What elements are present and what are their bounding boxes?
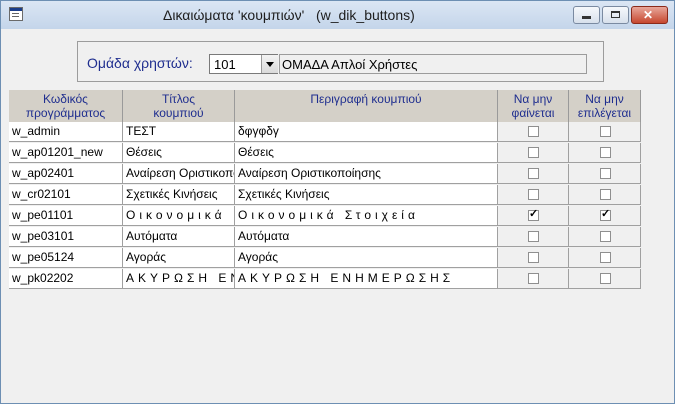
hidden-checkbox[interactable]: ✓ xyxy=(528,231,539,242)
cell-disabled: ✓ xyxy=(569,164,641,184)
dropdown-button[interactable] xyxy=(261,55,278,73)
cell-hidden: ✓ xyxy=(498,206,569,226)
hidden-checkbox[interactable]: ✓ xyxy=(528,208,539,221)
user-group-description-field: ΟΜΑΔΑ Απλοί Χρήστες xyxy=(279,54,587,74)
cell-button-title[interactable]: ΑΚΥΡΩΣΗ ΕΝΗΜΕΡΩΣΗΣ xyxy=(123,269,235,289)
close-icon: ✕ xyxy=(643,8,654,22)
user-group-code[interactable]: 101 xyxy=(214,57,236,72)
cell-disabled: ✓ xyxy=(569,185,641,205)
client-area: Ομάδα χρηστών: 101 ΟΜΑΔΑ Απλοί Χρήστες Κ… xyxy=(7,30,668,397)
user-group-dropdown[interactable]: 101 xyxy=(209,54,278,74)
disabled-checkbox[interactable]: ✓ xyxy=(600,252,611,263)
cell-button-description[interactable]: ΑΚΥΡΩΣΗ ΕΝΗΜΕΡΩΣΗΣ xyxy=(235,269,498,289)
cell-button-description[interactable]: Αυτόματα xyxy=(235,227,498,247)
hidden-checkbox[interactable]: ✓ xyxy=(528,189,539,200)
chevron-down-icon xyxy=(266,62,274,67)
maximize-button[interactable] xyxy=(602,6,629,24)
cell-program-code[interactable]: w_pe05124 xyxy=(9,248,123,268)
cell-program-code[interactable]: w_pk02202 xyxy=(9,269,123,289)
header-button-title[interactable]: Τίτλος κουμπιού xyxy=(123,90,235,122)
cell-program-code[interactable]: w_ap02401 xyxy=(9,164,123,184)
disabled-checkbox[interactable]: ✓ xyxy=(600,231,611,242)
close-button[interactable]: ✕ xyxy=(631,6,668,24)
cell-disabled: ✓ xyxy=(569,206,641,226)
user-group-label: Ομάδα χρηστών: xyxy=(87,55,193,71)
header-button-description[interactable]: Περιγραφή κουμπιού xyxy=(235,90,498,122)
app-icon[interactable] xyxy=(9,7,23,21)
table-row[interactable]: w_pe05124ΑγοράςΑγοράς✓✓ xyxy=(9,248,646,269)
cell-program-code[interactable]: w_pe01101 xyxy=(9,206,123,226)
cell-button-title[interactable]: Αγοράς xyxy=(123,248,235,268)
table-row[interactable]: w_ap02401Αναίρεση ΟριστικοποίησηςΑναίρεσ… xyxy=(9,164,646,185)
table-row[interactable]: w_pk02202ΑΚΥΡΩΣΗ ΕΝΗΜΕΡΩΣΗΣΑΚΥΡΩΣΗ ΕΝΗΜΕ… xyxy=(9,269,646,290)
minimize-icon xyxy=(582,16,591,19)
cell-disabled: ✓ xyxy=(569,269,641,289)
cell-program-code[interactable]: w_ap01201_new xyxy=(9,143,123,163)
cell-button-description[interactable]: Οικονομικά Στοιχεία xyxy=(235,206,498,226)
hidden-checkbox[interactable]: ✓ xyxy=(528,168,539,179)
cell-button-title[interactable]: Αυτόματα xyxy=(123,227,235,247)
table-row[interactable]: w_pe01101 Οικονομικά Οικονομικά Στοιχεία ✓ ✓ xyxy=(9,206,646,227)
disabled-checkbox[interactable]: ✓ xyxy=(600,126,611,137)
title-bar[interactable]: Δικαιώματα 'κουμπιών' (w_dik_buttons) ✕ xyxy=(1,1,674,29)
cell-disabled: ✓ xyxy=(569,248,641,268)
cell-program-code[interactable]: w_cr02101 xyxy=(9,185,123,205)
cell-hidden: ✓ xyxy=(498,164,569,184)
user-group-panel: Ομάδα χρηστών: 101 ΟΜΑΔΑ Απλοί Χρήστες xyxy=(77,41,604,82)
cell-hidden: ✓ xyxy=(498,122,569,142)
cell-disabled: ✓ xyxy=(569,227,641,247)
cell-button-title[interactable]: Σχετικές Κινήσεις xyxy=(123,185,235,205)
cell-hidden: ✓ xyxy=(498,143,569,163)
cell-button-description[interactable]: Σχετικές Κινήσεις xyxy=(235,185,498,205)
cell-button-description[interactable]: Αγοράς xyxy=(235,248,498,268)
disabled-checkbox[interactable]: ✓ xyxy=(600,147,611,158)
header-disabled[interactable]: Να μην επιλέγεται xyxy=(569,90,641,122)
hidden-checkbox[interactable]: ✓ xyxy=(528,126,539,137)
header-program-code[interactable]: Κωδικός προγράμματος xyxy=(9,90,123,122)
check-icon: ✓ xyxy=(529,208,539,220)
disabled-checkbox[interactable]: ✓ xyxy=(600,168,611,179)
cell-program-code[interactable]: w_pe03101 xyxy=(9,227,123,247)
hidden-checkbox[interactable]: ✓ xyxy=(528,273,539,284)
cell-button-title[interactable]: ΤΕΣΤ xyxy=(123,122,235,142)
user-group-description: ΟΜΑΔΑ Απλοί Χρήστες xyxy=(282,57,418,72)
cell-hidden: ✓ xyxy=(498,269,569,289)
cell-disabled: ✓ xyxy=(569,143,641,163)
table-row[interactable]: w_cr02101 Σχετικές Κινήσεις Σχετικές Κινήσ… xyxy=(9,185,646,206)
header-hidden[interactable]: Να μην φαίνεται xyxy=(498,90,569,122)
cell-button-title[interactable]: Αναίρεση Οριστικοποίησης xyxy=(123,164,235,184)
cell-hidden: ✓ xyxy=(498,248,569,268)
disabled-checkbox[interactable]: ✓ xyxy=(600,273,611,284)
cell-hidden: ✓ xyxy=(498,227,569,247)
disabled-checkbox[interactable]: ✓ xyxy=(600,189,611,200)
cell-hidden: ✓ xyxy=(498,185,569,205)
table-row[interactable]: w_ap01201_newΘέσειςΘέσεις✓✓ xyxy=(9,143,646,164)
hidden-checkbox[interactable]: ✓ xyxy=(528,147,539,158)
table-row[interactable]: w_pe03101ΑυτόματαΑυτόματα✓✓ xyxy=(9,227,646,248)
maximize-icon xyxy=(611,11,620,18)
cell-program-code[interactable]: w_admin xyxy=(9,122,123,142)
minimize-button[interactable] xyxy=(573,6,600,24)
main-window: Δικαιώματα 'κουμπιών' (w_dik_buttons) ✕ … xyxy=(0,0,675,404)
cell-button-description[interactable]: δφγφδγ xyxy=(235,122,498,142)
cell-button-title[interactable]: Θέσεις xyxy=(123,143,235,163)
cell-button-title[interactable]: Οικονομικά xyxy=(123,206,235,226)
table-row[interactable]: w_adminΤΕΣΤδφγφδγ ✓ ✓ xyxy=(9,122,646,143)
window-title: Δικαιώματα 'κουμπιών' (w_dik_buttons) xyxy=(163,7,415,23)
hidden-checkbox[interactable]: ✓ xyxy=(528,252,539,263)
cell-disabled: ✓ xyxy=(569,122,641,142)
cell-button-description[interactable]: Αναίρεση Οριστικοποίησης xyxy=(235,164,498,184)
check-icon: ✓ xyxy=(601,208,611,220)
cell-button-description[interactable]: Θέσεις xyxy=(235,143,498,163)
disabled-checkbox[interactable]: ✓ xyxy=(600,208,611,221)
